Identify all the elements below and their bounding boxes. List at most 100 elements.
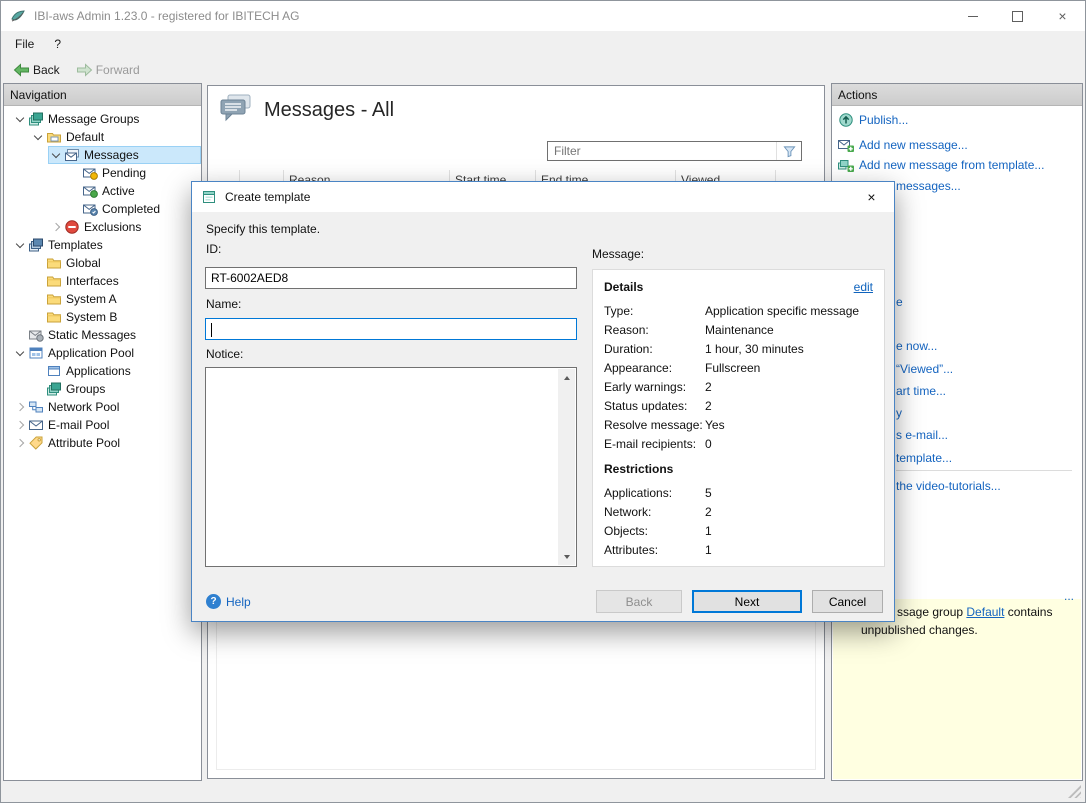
detail-value: Yes [705,418,725,432]
tree-item-message-groups[interactable]: Message Groups [4,110,201,128]
back-label: Back [33,63,60,77]
expander-expanded-icon[interactable] [12,345,28,361]
expander-collapsed-icon[interactable] [12,435,28,451]
app-logo-icon [10,8,26,24]
dialog-title-bar: Create template × [192,182,894,212]
help-link[interactable]: ? Help [206,594,251,609]
expander-spacer [66,165,82,181]
detail-label: Network: [604,505,705,519]
clipped-action-fragment-s-e-mail[interactable]: s e-mail... [896,428,948,442]
expander-collapsed-icon[interactable] [48,219,64,235]
tree-item-application-pool[interactable]: Application Pool [4,344,201,362]
dialog-title: Create template [225,190,310,204]
maximize-button[interactable] [995,1,1040,31]
detail-value: Application specific message [705,304,859,318]
minimize-icon [968,16,978,17]
tree-item-messages[interactable]: Messages [4,146,201,164]
back-dialog-button[interactable]: Back [596,590,682,613]
detail-label: Type: [604,304,705,318]
add-template-icon [838,157,854,173]
default-group-link[interactable]: Default [966,605,1004,619]
detail-row-resolve-message: Resolve message:Yes [604,415,873,434]
tree-item-completed[interactable]: Completed [4,200,201,218]
id-field[interactable] [205,267,577,289]
tree-item-e-mail-pool[interactable]: E-mail Pool [4,416,201,434]
menu-help[interactable]: ? [44,33,71,55]
next-button[interactable]: Next [692,590,802,613]
scroll-up-icon[interactable] [558,369,575,386]
action-publish[interactable]: Publish... [838,111,908,129]
clipped-action-fragment-e-now[interactable]: e now... [896,339,937,353]
clipped-action-fragment-art-time[interactable]: art time... [896,384,946,398]
tree-item-label: Groups [66,382,113,396]
name-field[interactable] [205,318,577,340]
detail-value: 2 [705,505,712,519]
filter-input[interactable] [548,143,776,159]
pending-icon [82,165,98,181]
expander-collapsed-icon[interactable] [12,417,28,433]
detail-value: 1 hour, 30 minutes [705,342,804,356]
minimize-button[interactable] [950,1,995,31]
expander-collapsed-icon[interactable] [12,399,28,415]
tree-item-label: Message Groups [48,112,147,126]
clipped-action-fragment-template[interactable]: template... [896,451,952,465]
tree-item-pending[interactable]: Pending [4,164,201,182]
tree-item-active[interactable]: Active [4,182,201,200]
filter-funnel-icon[interactable] [776,142,801,160]
tree-item-inner: Interfaces [30,272,201,290]
notice-scrollbar[interactable] [558,369,575,565]
dialog-close-button[interactable]: × [849,182,894,212]
tree-item-label: Global [66,256,109,270]
action-add-new-message[interactable]: Add new message... [838,136,968,154]
tree-item-label: Interfaces [66,274,127,288]
clipped-action-fragment-y[interactable]: y [896,406,902,420]
scroll-down-icon[interactable] [558,548,575,565]
expander-spacer [30,381,46,397]
clipped-action-fragment-e[interactable]: e [896,295,903,309]
tree-item-inner: Message Groups [12,110,201,128]
tree-item-default[interactable]: Default [4,128,201,146]
tree-item-inner: Static Messages [12,326,201,344]
tree-item-groups[interactable]: Groups [4,380,201,398]
tree-item-static-messages[interactable]: Static Messages [4,326,201,344]
action-label: Add new message... [859,138,968,152]
tree-item-applications[interactable]: Applications [4,362,201,380]
expander-expanded-icon[interactable] [30,129,46,145]
detail-label: E-mail recipients: [604,437,705,451]
forward-button[interactable]: Forward [68,59,148,81]
back-button[interactable]: Back [5,59,68,81]
messages-icon [64,147,80,163]
create-template-icon [201,189,217,205]
cancel-button[interactable]: Cancel [812,590,883,613]
expander-expanded-icon[interactable] [12,111,28,127]
static-messages-icon [28,327,44,343]
menu-file[interactable]: File [5,33,44,55]
tree-item-templates[interactable]: Templates [4,236,201,254]
tree-item-inner: Application Pool [12,344,201,362]
expander-expanded-icon[interactable] [48,147,64,163]
expander-spacer [30,273,46,289]
close-button[interactable]: × [1040,1,1085,31]
tree-item-exclusions[interactable]: Exclusions [4,218,201,236]
edit-link[interactable]: edit [854,280,873,294]
clipped-action-fragment-the-video-tutorials[interactable]: the video-tutorials... [896,479,1001,493]
detail-label: Duration: [604,342,705,356]
tree-item-network-pool[interactable]: Network Pool [4,398,201,416]
tree-item-global[interactable]: Global [4,254,201,272]
detail-row-network: Network:2 [604,502,873,521]
tree-item-system-a[interactable]: System A [4,290,201,308]
expander-expanded-icon[interactable] [12,237,28,253]
tree-item-system-b[interactable]: System B [4,308,201,326]
clipped-action-fragment-ellipsis[interactable]: ... [1064,589,1074,603]
resize-grip[interactable] [1068,785,1081,798]
tree-item-interfaces[interactable]: Interfaces [4,272,201,290]
clipped-action-fragment-viewed[interactable]: “Viewed”... [896,362,953,376]
notice-field[interactable] [205,367,577,567]
tree-item-label: Exclusions [84,220,149,234]
clipped-action-fragment-messages[interactable]: messages... [896,179,961,193]
action-add-new-message-from-template[interactable]: Add new message from template... [838,156,1044,174]
tree-item-attribute-pool[interactable]: Attribute Pool [4,434,201,452]
applications-icon [46,363,62,379]
notice-line-2: unpublished changes. [861,623,978,637]
actions-header: Actions [832,84,1082,106]
